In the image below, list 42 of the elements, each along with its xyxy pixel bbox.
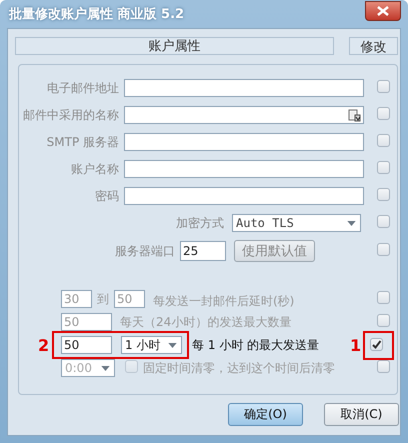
hourly-limit-label: 每 1 小时 的最大发送量: [192, 336, 320, 354]
field-label: 邮件中采用的名称: [22, 106, 120, 124]
hourly-limit-field[interactable]: 50: [61, 336, 112, 354]
dialog-button[interactable]: 确定(O): [228, 403, 303, 426]
checkbox[interactable]: [377, 243, 390, 256]
range-label: 到: [97, 290, 109, 308]
period-dropdown[interactable]: 1 小时: [121, 336, 182, 354]
delay-label: 每发送一封邮件后延时(秒): [153, 292, 294, 310]
close-button[interactable]: [365, 1, 401, 21]
field-label: 账户名称: [70, 160, 120, 178]
input-field[interactable]: [124, 133, 364, 151]
dropdown-arrow-icon: [168, 342, 177, 348]
field-label: 加密方式: [175, 214, 225, 232]
reset-label: 固定时间清零，达到这个时间后清零: [143, 360, 335, 376]
input-field[interactable]: [124, 79, 364, 97]
daily-limit-label: 每天（24小时）的发送最大数量: [120, 314, 292, 330]
callout-number: 2: [38, 336, 50, 355]
checkbox[interactable]: [377, 134, 390, 147]
modify-button[interactable]: 修改: [349, 37, 398, 55]
input-field[interactable]: [124, 187, 364, 205]
checkbox[interactable]: [377, 188, 390, 201]
input-field[interactable]: [124, 106, 364, 124]
checkbox[interactable]: [377, 80, 390, 93]
checkbox[interactable]: [370, 338, 383, 350]
section-header: 账户属性: [15, 37, 334, 55]
dropdown-arrow-icon: [101, 366, 110, 370]
dropdown-arrow-icon: [347, 220, 356, 226]
contact-picker-icon[interactable]: [348, 109, 361, 122]
field-label: 服务器端口: [114, 242, 176, 260]
checkbox[interactable]: [377, 161, 390, 174]
field-label: SMTP 服务器: [46, 134, 120, 150]
window-title: 批量修改账户属性 商业版 5.2: [8, 6, 184, 23]
field-label: 电子邮件地址: [46, 80, 120, 96]
dialog-button[interactable]: 取消(C): [324, 403, 399, 426]
port-field[interactable]: 25: [180, 241, 226, 261]
checkbox[interactable]: [377, 215, 390, 228]
field-label: 密码: [94, 188, 120, 204]
input-field[interactable]: [124, 160, 364, 178]
checkbox[interactable]: [377, 107, 390, 120]
close-icon: [377, 6, 389, 16]
callout-number: 1: [350, 336, 362, 354]
encryption-dropdown[interactable]: Auto TLS: [232, 214, 361, 232]
